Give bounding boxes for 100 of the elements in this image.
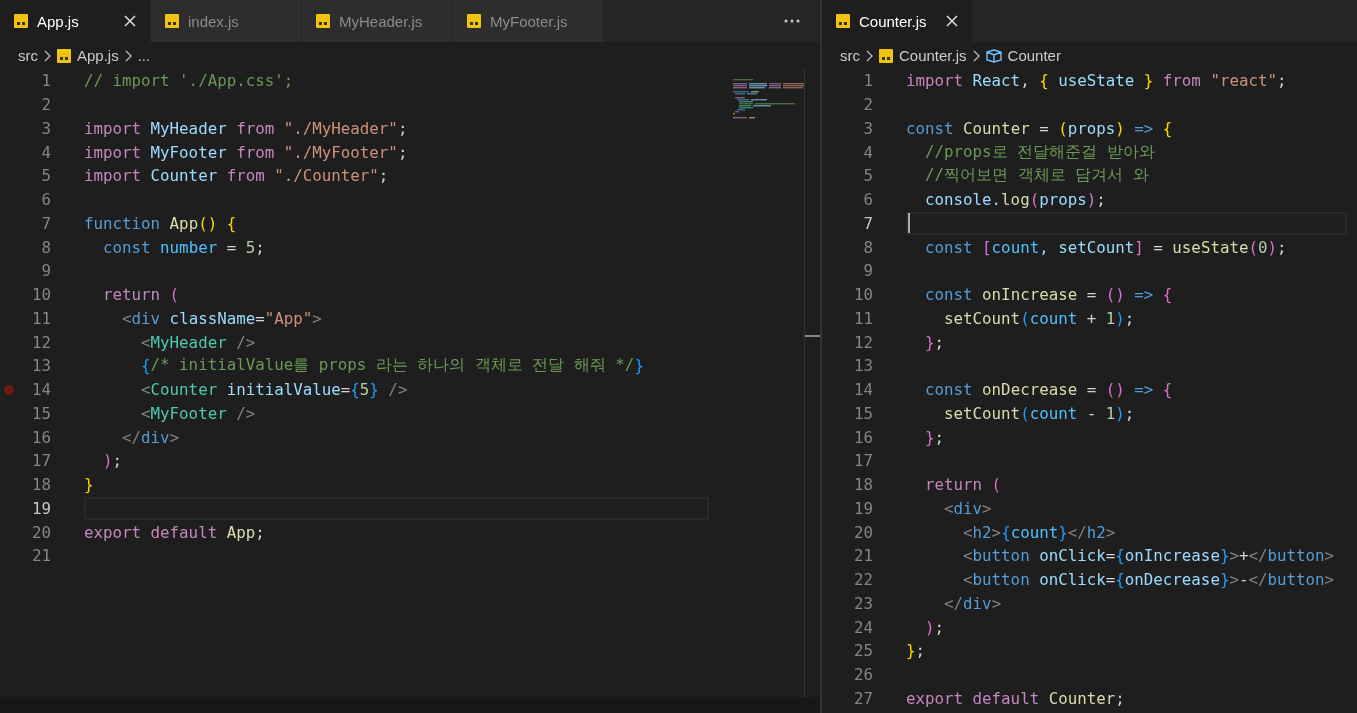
code-line: const onDecrease = () => { [924,379,1174,402]
line-number: 4 [862,142,873,162]
line-number: 8 [40,237,51,257]
line-number: 16 [852,427,873,447]
line-number: 20 [852,522,873,542]
file-icon [316,14,330,28]
chevron-right-icon [972,49,980,62]
line-number: 8 [862,237,873,257]
line-number: 6 [40,190,51,210]
line-number: 24 [852,617,873,637]
code-line: }; [924,426,946,449]
file-icon [14,14,28,28]
code-line: ); [102,450,124,473]
line-number: 23 [852,593,873,613]
line-number: 20 [30,522,51,542]
file-icon [467,14,481,28]
line-number: 7 [862,213,873,233]
line-number: 18 [30,475,51,495]
code-line: import MyHeader from "./MyHeader"; [84,117,409,140]
line-number: 9 [40,261,51,281]
code-line: } [84,474,95,497]
breadcrumb-item[interactable]: src [840,47,860,64]
line-number: 7 [40,213,51,233]
code-line: <Counter initialValue={5} /> [140,379,409,402]
line-number: 10 [30,285,51,305]
breadcrumb-item[interactable]: src [18,47,38,64]
line-number: 1 [40,71,51,91]
breadcrumb-item[interactable]: App.js [77,47,119,64]
more-icon[interactable] [784,19,800,23]
code-line: }; [924,331,946,354]
breadcrumb-item[interactable]: Counter.js [899,47,967,64]
code-line: setCount(count + 1); [943,307,1136,330]
line-number: 11 [852,308,873,328]
line-number: 10 [852,285,873,305]
line-number: 2 [862,95,873,115]
line-number: 12 [30,332,51,352]
code-line: <MyFooter /> [140,402,257,425]
breadcrumb-item[interactable]: Counter [1007,47,1061,64]
file-icon [165,14,179,28]
line-number: 3 [862,118,873,138]
text-cursor [908,213,910,234]
code-line: export default App; [84,521,266,544]
code-line: console.log(props); [924,189,1107,212]
code-line: <MyHeader /> [140,331,257,354]
chevron-right-icon [44,49,51,62]
code-line: setCount(count - 1); [943,402,1136,425]
editor-tab[interactable]: MyHeader.js [302,0,453,42]
line-number: 21 [852,546,873,566]
code-line: const Counter = (props) => { [906,117,1174,140]
editor-tab[interactable]: index.js [151,0,302,42]
line-number: 16 [30,427,51,447]
code-line: return ( [102,284,181,307]
code-line: {/* initialValue를 props 라는 하나의 객체로 전달 해줘 */} [140,354,645,378]
code-line: }; [906,640,927,663]
code-line: <div className="App"> [121,307,323,330]
close-icon[interactable] [946,15,958,27]
code-line: import Counter from "./Counter"; [84,165,390,188]
line-number: 22 [852,570,873,590]
line-number: 14 [852,380,873,400]
line-number: 19 [30,498,51,518]
line-number: 25 [852,641,873,661]
code-line: // import './App.css'; [84,70,295,93]
editor-tab[interactable]: App.js [0,0,151,42]
chevron-right-icon [866,49,873,62]
line-number: 13 [852,356,873,376]
line-number: 27 [852,688,873,708]
code-line: ); [924,616,946,639]
code-line: </div> [943,592,1003,615]
scroll-position-marker [805,335,820,337]
line-number: 19 [852,498,873,518]
minimap-drawing[interactable] [733,79,805,121]
code-line: const onIncrease = () => { [924,284,1174,307]
line-number: 12 [852,332,873,352]
file-icon [57,48,71,63]
line-number: 5 [862,166,873,186]
code-line: import MyFooter from "./MyFooter"; [84,141,409,164]
code-line: <button onClick={onIncrease}>+</button> [962,545,1336,568]
line-number: 18 [852,475,873,495]
line-number: 15 [852,403,873,423]
code-line: <div> [943,497,993,520]
editor-tab[interactable]: MyFooter.js [453,0,604,42]
file-icon [836,14,850,28]
line-number: 11 [30,308,51,328]
code-line: const [count, setCount] = useState(0); [924,236,1288,259]
breadcrumb-item[interactable]: ... [137,47,151,64]
editor-tab[interactable]: Counter.js [822,0,973,42]
cube-icon [985,48,1002,63]
file-icon [879,48,893,63]
chevron-right-icon [124,49,132,62]
line-number: 26 [852,665,873,685]
line-number: 4 [40,142,51,162]
line-number: 17 [30,451,51,471]
code-line: //props로 전달해준걸 받아와 [924,140,1156,163]
line-number: 6 [862,190,873,210]
line-number: 1 [862,71,873,91]
code-line: <h2>{count}</h2> [962,521,1117,544]
line-number: 14 [30,380,51,400]
code-line: function App() { [84,212,238,235]
close-icon[interactable] [124,15,136,27]
code-line: export default Counter; [906,687,1126,710]
